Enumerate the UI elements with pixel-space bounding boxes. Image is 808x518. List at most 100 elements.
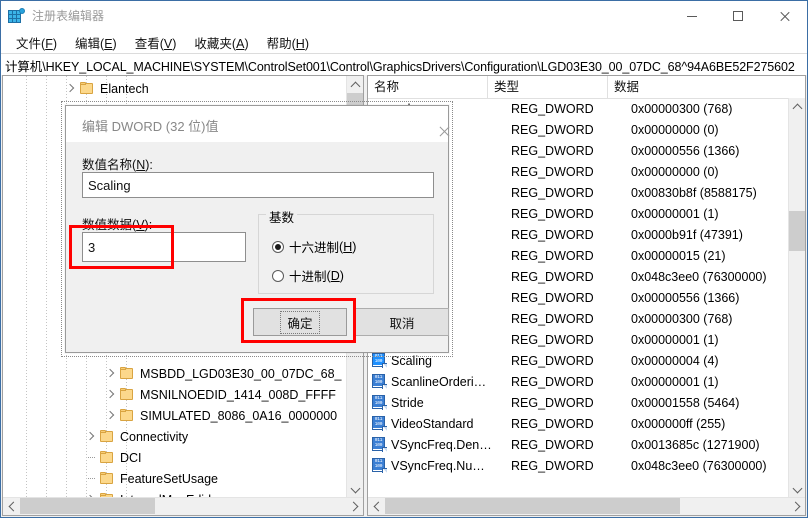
- value-row[interactable]: 011100VSyncFreq.Den…REG_DWORD0x0013685c …: [368, 434, 789, 455]
- registry-editor-window: 注册表编辑器 文件(F) 编辑(E) 查看(V) 收藏夹(A) 帮助(H) 计算…: [0, 0, 808, 518]
- tree-item[interactable]: FeatureSetUsage: [3, 468, 347, 489]
- value-type-cell: REG_DWORD: [511, 144, 631, 158]
- list-scroll-right-icon[interactable]: [788, 498, 805, 514]
- tree-scroll-up-icon[interactable]: [347, 76, 363, 93]
- column-header-name[interactable]: 名称: [368, 76, 488, 98]
- value-data-cell: 0x00000004 (4): [631, 354, 789, 368]
- value-type-cell: REG_DWORD: [511, 270, 631, 284]
- tree-item-label: FeatureSetUsage: [120, 472, 218, 486]
- ok-button[interactable]: 确定: [253, 308, 347, 336]
- dialog-close-icon[interactable]: [408, 106, 448, 136]
- value-data-cell: 0x00001558 (5464): [631, 396, 789, 410]
- tree-item[interactable]: MSBDD_LGD03E30_00_07DC_68_: [3, 363, 347, 384]
- radio-hexadecimal[interactable]: 十六进制(H): [272, 237, 356, 256]
- address-bar[interactable]: 计算机\HKEY_LOCAL_MACHINE\SYSTEM\ControlSet…: [1, 53, 807, 77]
- list-scroll-thumb[interactable]: [789, 211, 805, 251]
- edit-dword-dialog: 编辑 DWORD (32 位)值 数值名称(N): Scaling 数值数据(V…: [65, 105, 449, 353]
- list-scroll-left-icon[interactable]: [368, 498, 385, 514]
- dword-value-icon: 011100: [371, 395, 387, 410]
- menu-item-view[interactable]: 查看(V): [126, 31, 186, 54]
- tree-item-label: SIMULATED_8086_0A16_0000000: [140, 409, 337, 423]
- tree-item[interactable]: MSNILNOEDID_1414_008D_FFFF: [3, 384, 347, 405]
- radio-dec-indicator: [272, 270, 284, 282]
- close-button[interactable]: [761, 1, 807, 31]
- base-group-label: 基数: [266, 207, 297, 226]
- value-type-cell: REG_DWORD: [511, 438, 631, 452]
- value-data-cell: 0x00000556 (1366): [631, 291, 789, 305]
- list-hscroll-thumb[interactable]: [385, 498, 680, 514]
- menu-item-favorites[interactable]: 收藏夹(A): [185, 31, 257, 54]
- expand-chevron-icon[interactable]: [103, 405, 119, 426]
- tree-item-label: MSNILNOEDID_1414_008D_FFFF: [140, 388, 336, 402]
- list-scroll-down-icon[interactable]: [789, 481, 805, 498]
- value-data-input[interactable]: 3: [82, 232, 246, 262]
- value-data-cell: 0x00000000 (0): [631, 165, 789, 179]
- radio-decimal[interactable]: 十进制(D): [272, 266, 344, 285]
- value-row[interactable]: 011100VSyncFreq.Nu…REG_DWORD0x048c3ee0 (…: [368, 455, 789, 476]
- value-type-cell: REG_DWORD: [511, 459, 631, 473]
- value-data-cell: 0x0013685c (1271900): [631, 438, 789, 452]
- value-data-cell: 0x00000015 (21): [631, 249, 789, 263]
- tree-scroll-right-icon[interactable]: [346, 498, 363, 514]
- cancel-button[interactable]: 取消: [355, 308, 449, 336]
- dword-value-icon: 011100: [371, 353, 387, 368]
- value-name-cell: VSyncFreq.Den…: [391, 438, 511, 452]
- tree-hscroll-thumb[interactable]: [20, 498, 155, 514]
- tree-item[interactable]: DCI: [3, 447, 347, 468]
- value-type-cell: REG_DWORD: [511, 186, 631, 200]
- folder-icon: [119, 409, 135, 423]
- tree-item[interactable]: Connectivity: [3, 426, 347, 447]
- value-data-cell: 0x0000b91f (47391): [631, 228, 789, 242]
- folder-icon: [119, 367, 135, 381]
- value-row[interactable]: 011100 ScalingREG_DWORD0x00000004 (4): [368, 350, 789, 371]
- list-vertical-scrollbar[interactable]: [788, 98, 805, 498]
- value-data-cell: 0x00000001 (1): [631, 207, 789, 221]
- value-name-text: Scaling: [88, 178, 131, 193]
- column-header-type[interactable]: 类型: [488, 76, 608, 98]
- column-header-data[interactable]: 数据: [608, 76, 805, 98]
- list-scroll-up-icon[interactable]: [789, 98, 805, 115]
- value-type-cell: REG_DWORD: [511, 354, 631, 368]
- tree-item-label: DCI: [120, 451, 142, 465]
- tree-scroll-down-icon[interactable]: [347, 481, 363, 498]
- dword-value-icon: 011100: [371, 416, 387, 431]
- value-type-cell: REG_DWORD: [511, 207, 631, 221]
- value-name-input[interactable]: Scaling: [82, 172, 434, 198]
- radio-dec-label: 十进制: [289, 266, 327, 285]
- value-type-cell: REG_DWORD: [511, 291, 631, 305]
- tree-item[interactable]: SIMULATED_8086_0A16_0000000: [3, 405, 347, 426]
- value-name-label: 数值名称(N):: [82, 154, 153, 173]
- value-type-cell: REG_DWORD: [511, 123, 631, 137]
- dword-value-icon: 011100: [371, 374, 387, 389]
- value-name-cell: Scaling: [391, 354, 511, 368]
- value-row[interactable]: 011100StrideREG_DWORD0x00001558 (5464): [368, 392, 789, 413]
- folder-icon: [119, 388, 135, 402]
- tree-line-icon: [83, 447, 99, 468]
- value-row[interactable]: 011100VideoStandardREG_DWORD0x000000ff (…: [368, 413, 789, 434]
- list-header: 名称 类型 数据: [368, 76, 805, 99]
- value-data-cell: 0x048c3ee0 (76300000): [631, 459, 789, 473]
- tree-scroll-left-icon[interactable]: [3, 498, 20, 514]
- expand-chevron-icon[interactable]: [103, 363, 119, 384]
- expand-chevron-icon[interactable]: [103, 384, 119, 405]
- expand-chevron-icon[interactable]: [63, 78, 79, 99]
- tree-item-label: Connectivity: [120, 430, 188, 444]
- folder-icon: [99, 472, 115, 486]
- minimize-button[interactable]: [669, 1, 715, 31]
- menu-item-edit[interactable]: 编辑(E): [66, 31, 126, 54]
- menu-item-help[interactable]: 帮助(H): [258, 31, 318, 54]
- ok-button-label: 确定: [280, 311, 319, 334]
- value-type-cell: REG_DWORD: [511, 417, 631, 431]
- menu-item-file[interactable]: 文件(F): [7, 31, 66, 54]
- value-data-cell: 0x000000ff (255): [631, 417, 789, 431]
- maximize-button[interactable]: [715, 1, 761, 31]
- value-data-cell: 0x048c3ee0 (76300000): [631, 270, 789, 284]
- tree-horizontal-scrollbar[interactable]: [3, 497, 363, 515]
- tree-item[interactable]: Elantech: [3, 78, 347, 99]
- value-data-label: 数值数据(V):: [82, 214, 152, 233]
- value-row[interactable]: 011100ScanlineOrderi…REG_DWORD0x00000001…: [368, 371, 789, 392]
- value-type-cell: REG_DWORD: [511, 228, 631, 242]
- list-horizontal-scrollbar[interactable]: [368, 497, 805, 515]
- registry-icon: [8, 8, 24, 24]
- expand-chevron-icon[interactable]: [83, 426, 99, 447]
